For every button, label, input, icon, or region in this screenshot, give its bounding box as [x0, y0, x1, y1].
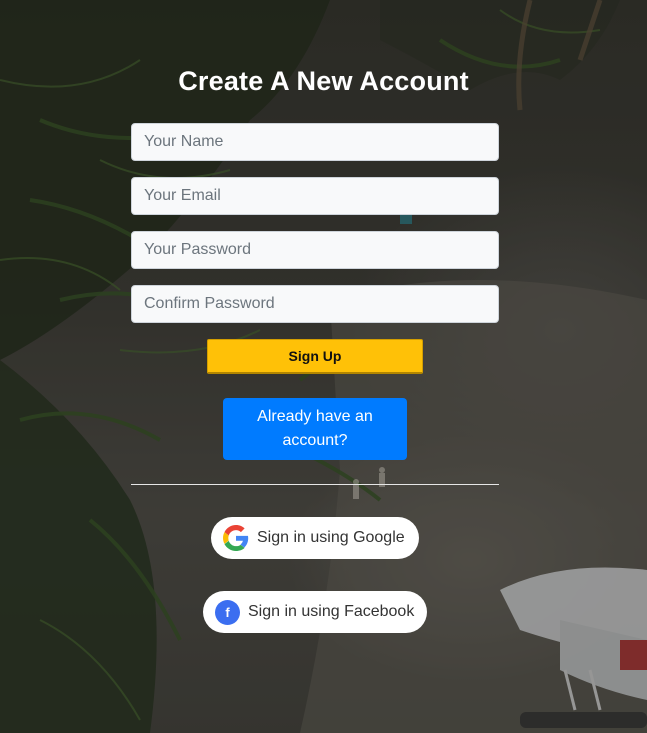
facebook-signin-button[interactable]: f Sign in using Facebook — [203, 591, 427, 633]
email-field[interactable] — [131, 177, 499, 215]
google-logo-icon — [223, 525, 249, 551]
signup-form: Create A New Account Sign Up Already hav… — [0, 0, 647, 733]
google-signin-label: Sign in using Google — [257, 529, 405, 546]
name-field[interactable] — [131, 123, 499, 161]
facebook-signin-label: Sign in using Facebook — [248, 603, 415, 620]
facebook-logo-icon: f — [215, 599, 240, 625]
page-title: Create A New Account — [178, 66, 469, 96]
confirm-password-field[interactable] — [131, 285, 499, 323]
sign-up-button[interactable]: Sign Up — [207, 339, 423, 374]
google-signin-button[interactable]: Sign in using Google — [211, 517, 419, 559]
divider — [131, 484, 499, 485]
password-field[interactable] — [131, 231, 499, 269]
already-have-account-button[interactable]: Already have an account? — [223, 398, 407, 460]
